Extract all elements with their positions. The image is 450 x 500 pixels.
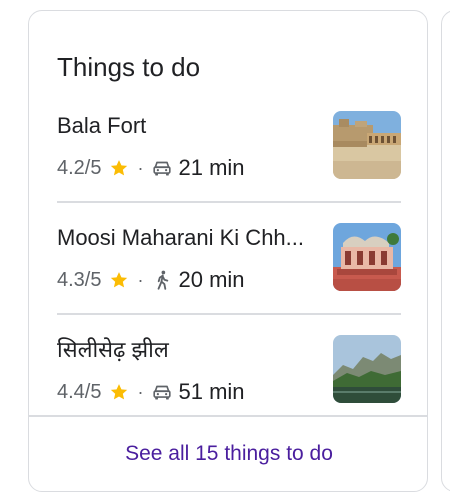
screen: Things to do Bala Fort 4.2/5 · 21 min Mo…	[0, 0, 450, 500]
star-icon	[111, 384, 128, 400]
next-card-edge[interactable]	[441, 10, 450, 492]
item-meta: 4.3/5 · 20 min	[57, 265, 245, 295]
car-icon	[153, 385, 172, 400]
rating: 4.4/5	[57, 380, 102, 403]
see-all-link[interactable]: See all 15 things to do	[29, 439, 427, 469]
list-item[interactable]: Bala Fort 4.2/5 · 21 min	[29, 95, 427, 205]
footer-divider	[29, 415, 427, 417]
cenotaph-photo	[333, 223, 401, 291]
item-name: Moosi Maharani Ki Chh...	[57, 225, 304, 250]
item-meta: 4.2/5 · 21 min	[57, 153, 245, 183]
travel-duration: 51 min	[178, 379, 245, 404]
item-name: सिलीसेढ़ झील	[57, 337, 169, 362]
rating: 4.3/5	[57, 268, 102, 291]
item-name: Bala Fort	[57, 113, 147, 138]
list-item[interactable]: सिलीसेढ़ झील 4.4/5 · 51 min	[29, 319, 427, 429]
star-icon	[111, 272, 128, 288]
separator-dot: ·	[137, 381, 144, 402]
walk-icon	[158, 270, 169, 290]
divider	[57, 313, 401, 315]
things-to-do-card: Things to do Bala Fort 4.2/5 · 21 min Mo…	[28, 10, 428, 492]
divider	[57, 201, 401, 203]
star-icon	[111, 160, 128, 176]
travel-duration: 21 min	[178, 155, 245, 180]
fort-photo	[333, 111, 401, 179]
travel-duration: 20 min	[178, 267, 245, 292]
item-meta: 4.4/5 · 51 min	[57, 377, 245, 407]
rating: 4.2/5	[57, 156, 102, 179]
separator-dot: ·	[137, 269, 144, 290]
car-icon	[153, 161, 172, 176]
lake-photo	[333, 335, 401, 403]
list-item[interactable]: Moosi Maharani Ki Chh... 4.3/5 · 20 min	[29, 207, 427, 317]
card-title: Things to do	[57, 52, 201, 82]
separator-dot: ·	[137, 157, 144, 178]
